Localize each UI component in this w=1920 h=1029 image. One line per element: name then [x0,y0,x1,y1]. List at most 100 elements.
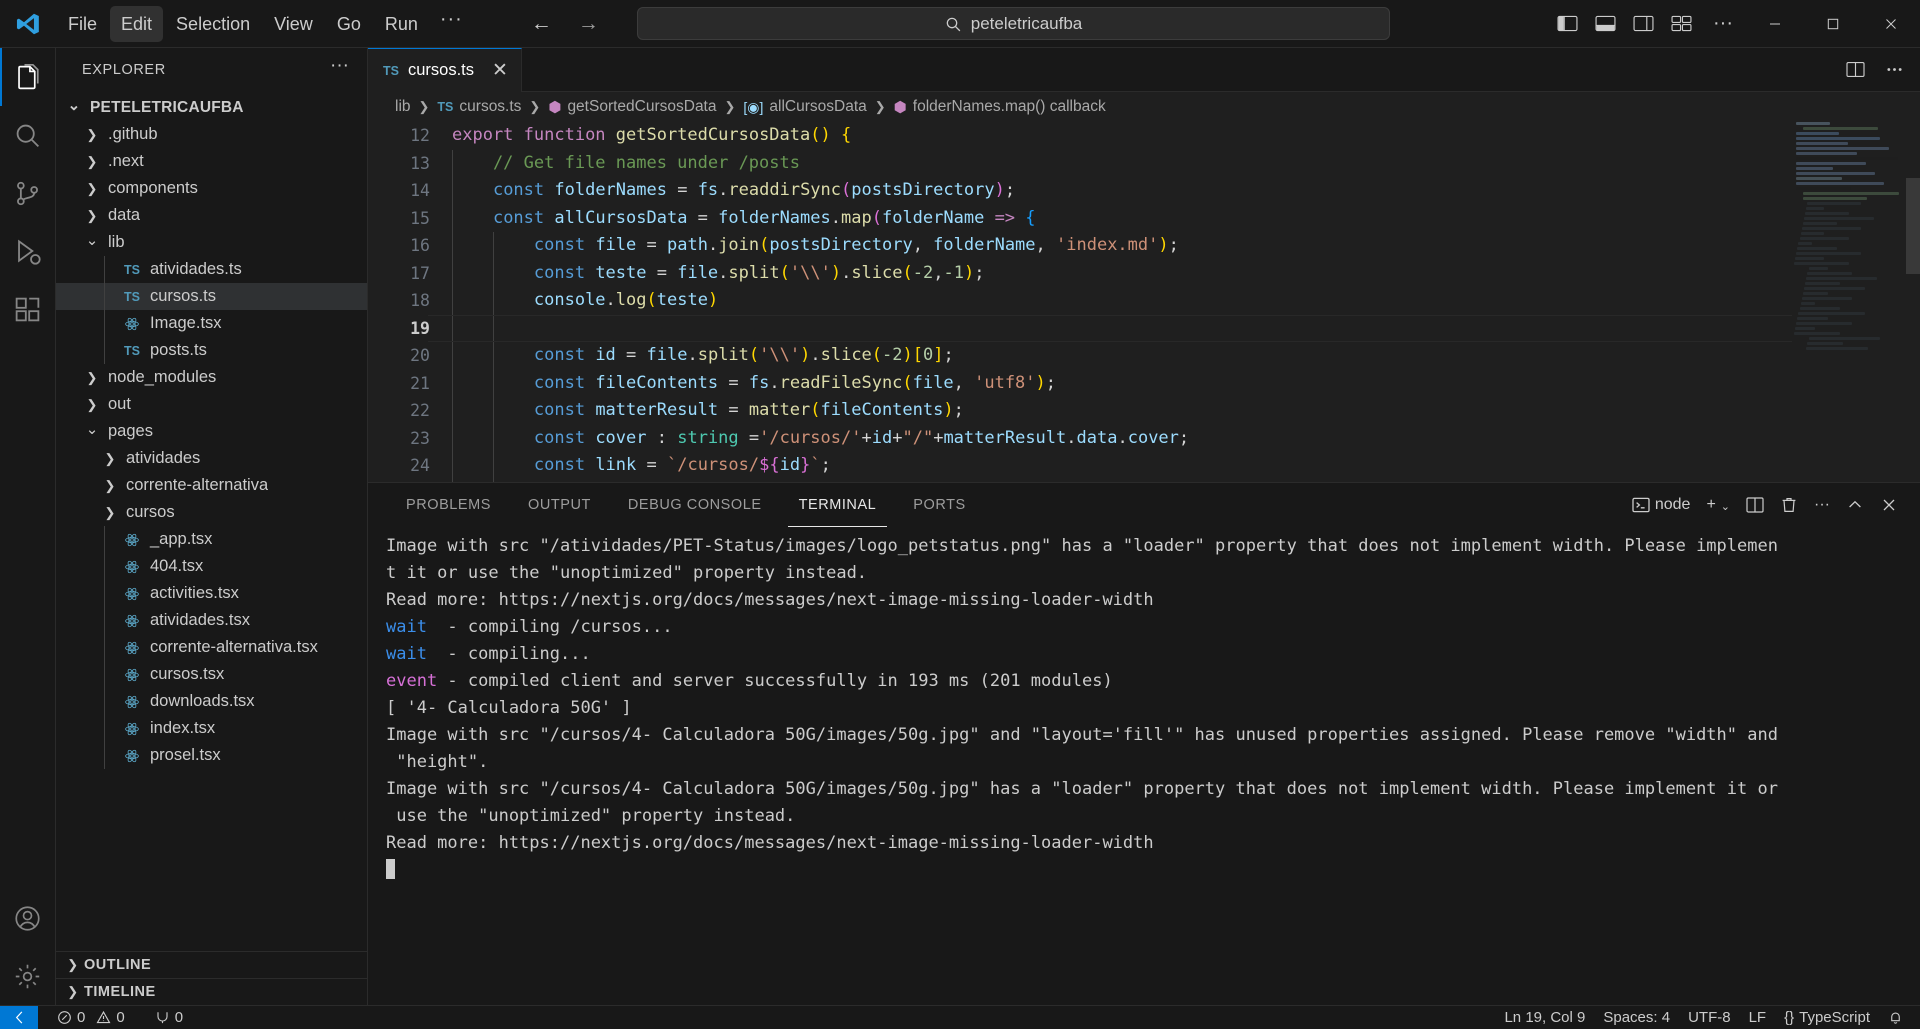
code-lines[interactable]: 12 export function getSortedCursosData() … [368,122,1920,482]
status-language-mode[interactable]: {} TypeScript [1775,1006,1879,1029]
menu-run[interactable]: Run [374,6,429,42]
breadcrumb-item-getsortedcursosdata[interactable]: ⬢ getSortedCursosData [548,98,716,116]
maximize-panel-icon[interactable] [1838,483,1872,527]
window-minimize-button[interactable] [1746,0,1804,48]
tree-item-peteletricaufba[interactable]: ⌄ PETELETRICAUFBA [56,94,367,121]
tree-item-node-modules[interactable]: ❯ node_modules [56,364,367,391]
file-tree[interactable]: ⌄ PETELETRICAUFBA ❯ .github ❯ .next ❯ component… [56,92,367,951]
tree-item-next[interactable]: ❯ .next [56,148,367,175]
customize-layout-icon[interactable] [1662,0,1700,48]
tree-item-activities-tsx[interactable]: activities.tsx [56,580,367,607]
breadcrumb-item-cursos-ts[interactable]: TS cursos.ts [437,98,521,116]
tree-item-atividades[interactable]: ❯ atividades [56,445,367,472]
tree-item-downloads-tsx[interactable]: downloads.tsx [56,688,367,715]
activity-extensions-icon[interactable] [0,280,56,338]
menu-view[interactable]: View [263,6,324,42]
command-center[interactable]: peteletricaufba [637,7,1390,40]
window-maximize-button[interactable] [1804,0,1862,48]
editor-more-actions-icon[interactable] [1885,61,1904,78]
code-line[interactable]: 20 const id = file.split('\\').slice(-2)… [368,342,1920,370]
menu-selection[interactable]: Selection [165,6,261,42]
code-editor[interactable]: 12 export function getSortedCursosData() … [368,122,1920,482]
kill-terminal-button[interactable] [1772,483,1806,527]
status-notifications-bell[interactable] [1879,1006,1912,1029]
tree-item-components[interactable]: ❯ components [56,175,367,202]
activity-explorer-icon[interactable] [0,48,56,106]
tree-item-atividades-ts[interactable]: TS atividades.ts [56,256,367,283]
activity-source-control-icon[interactable] [0,164,56,222]
tree-item-posts-ts[interactable]: TS posts.ts [56,337,367,364]
status-eol[interactable]: LF [1740,1006,1776,1029]
status-ports[interactable]: 0 [146,1006,192,1029]
code-line[interactable]: 25 [368,479,1920,482]
tree-item-corrente-alternativa-tsx[interactable]: corrente-alternativa.tsx [56,634,367,661]
tree-item-atividades-tsx[interactable]: atividades.tsx [56,607,367,634]
code-line[interactable]: 12 export function getSortedCursosData() … [368,122,1920,150]
editor-scrollbar[interactable] [1906,178,1920,274]
code-line[interactable]: 23 const cover : string ='/cursos/'+id+"… [368,424,1920,452]
tree-item-corrente-alternativa[interactable]: ❯ corrente-alternativa [56,472,367,499]
activity-settings-gear-icon[interactable] [0,947,56,1005]
code-line[interactable]: 24 const link = `/cursos/${id}`; [368,452,1920,480]
new-terminal-button[interactable]: + ⌄ [1698,483,1738,527]
tab-debug-console[interactable]: DEBUG CONSOLE [617,483,773,527]
breadcrumb-item-foldernames-map-callback[interactable]: ⬢ folderNames.map() callback [894,98,1106,116]
outline-section[interactable]: ❯ OUTLINE [56,951,367,978]
status-problems[interactable]: 0 0 [48,1006,134,1029]
tree-item-cursos-tsx[interactable]: cursos.tsx [56,661,367,688]
code-line[interactable]: 22 const matterResult = matter(fileConte… [368,397,1920,425]
menu-edit[interactable]: Edit [110,5,164,42]
tree-item-404-tsx[interactable]: 404.tsx [56,553,367,580]
tree-item-app-tsx[interactable]: _app.tsx [56,526,367,553]
activity-search-icon[interactable] [0,106,56,164]
tree-item-prosel-tsx[interactable]: prosel.tsx [56,742,367,769]
toggle-primary-sidebar-icon[interactable] [1548,0,1586,48]
split-editor-right-icon[interactable] [1846,61,1865,78]
menu-file[interactable]: File [57,6,108,42]
code-line[interactable]: 13 // Get file names under /posts [368,149,1920,177]
close-panel-icon[interactable] [1872,483,1906,527]
go-back-icon[interactable]: ← [531,13,552,34]
breadcrumb[interactable]: lib ❯ TS cursos.ts ❯ ⬢ getSortedCursosData ❯ [◉]… [368,92,1920,122]
tab-output[interactable]: OUTPUT [517,483,602,527]
toggle-panel-icon[interactable] [1586,0,1624,48]
tree-item-out[interactable]: ❯ out [56,391,367,418]
split-terminal-button[interactable] [1738,483,1772,527]
tree-item-image-tsx[interactable]: Image.tsx [56,310,367,337]
tree-item-pages[interactable]: ⌄ pages [56,418,367,445]
code-line[interactable]: 19 [368,314,1920,342]
terminal-output[interactable]: Image with src "/atividades/PET-Status/i… [368,527,1920,1005]
tree-item-cursos[interactable]: ❯ cursos [56,499,367,526]
code-line[interactable]: 17 const teste = file.split('\\').slice(… [368,259,1920,287]
go-forward-icon[interactable]: → [578,13,599,34]
explorer-more-actions-icon[interactable]: ··· [322,55,357,85]
window-close-button[interactable] [1862,0,1920,48]
code-line[interactable]: 18 console.log(teste) [368,287,1920,315]
panel-more-actions-icon[interactable]: ··· [1806,483,1838,527]
tree-item-github[interactable]: ❯ .github [56,121,367,148]
terminal-shell-selector[interactable]: node [1624,483,1699,527]
code-line[interactable]: 21 const fileContents = fs.readFileSync(… [368,369,1920,397]
timeline-section[interactable]: ❯ TIMELINE [56,978,367,1005]
code-line[interactable]: 16 const file = path.join(postsDirectory… [368,232,1920,260]
chevron-down-icon[interactable]: ⌄ [1721,500,1730,513]
menu-go[interactable]: Go [326,6,372,42]
tree-item-index-tsx[interactable]: index.tsx [56,715,367,742]
activity-accounts-icon[interactable] [0,889,56,947]
minimap[interactable] [1794,122,1906,482]
status-indentation[interactable]: Spaces: 4 [1594,1006,1679,1029]
tab-cursos-ts[interactable]: TS cursos.ts ✕ [368,48,522,92]
breadcrumb-item-lib[interactable]: lib [395,98,411,116]
breadcrumb-item-allcursosdata[interactable]: [◉] allCursosData [743,98,866,116]
code-line[interactable]: 15 const allCursosData = folderNames.map… [368,204,1920,232]
tree-item-data[interactable]: ❯ data [56,202,367,229]
tree-item-cursos-ts[interactable]: TS cursos.ts [56,283,367,310]
toggle-secondary-sidebar-icon[interactable] [1624,0,1662,48]
tree-item-lib[interactable]: ⌄ lib [56,229,367,256]
tab-ports[interactable]: PORTS [902,483,976,527]
tab-problems[interactable]: PROBLEMS [395,483,502,527]
titlebar-more-icon[interactable]: ··· [1700,0,1746,48]
menu-overflow-icon[interactable]: ··· [430,6,473,41]
activity-run-debug-icon[interactable] [0,222,56,280]
tab-terminal[interactable]: TERMINAL [787,483,888,527]
